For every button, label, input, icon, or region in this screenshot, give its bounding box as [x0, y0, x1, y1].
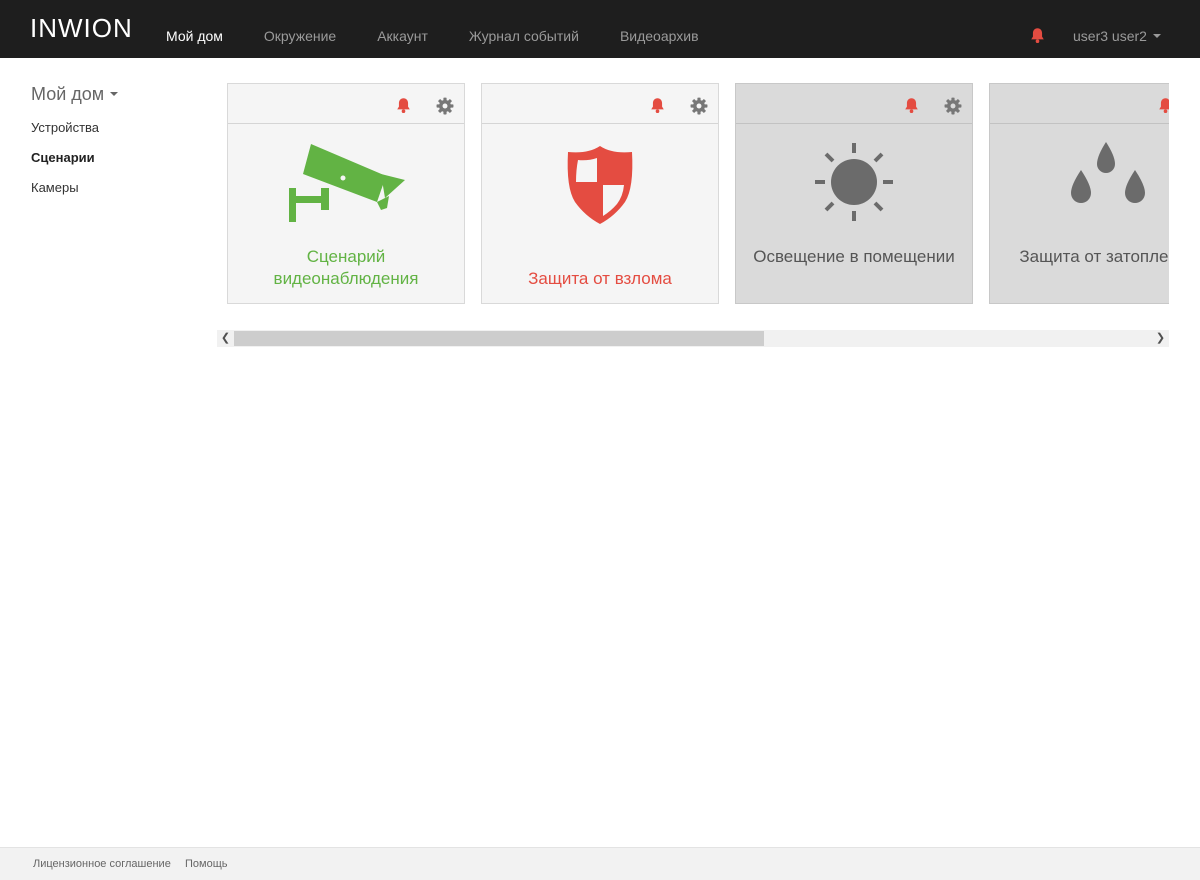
- card-header: [990, 84, 1169, 124]
- card-label: Освещение в помещении: [753, 247, 955, 266]
- sidebar-item-cameras[interactable]: Камеры: [31, 180, 191, 195]
- scenario-card-indoor-lighting[interactable]: Освещение в помещении: [735, 83, 973, 304]
- scenario-cards-carousel: Сценарий видеонаблюдения Защита от взлом…: [227, 83, 1169, 305]
- scenario-card-burglary-protection[interactable]: Защита от взлома: [481, 83, 719, 304]
- scenario-card-flood-protection[interactable]: Защита от затопления: [989, 83, 1169, 304]
- bell-icon[interactable]: [1157, 97, 1169, 114]
- sidebar-item-scenarios[interactable]: Сценарии: [31, 150, 191, 165]
- nav-item-environment[interactable]: Окружение: [264, 0, 336, 58]
- camera-icon: [289, 144, 405, 222]
- main-nav: Мой дом Окружение Аккаунт Журнал событий…: [166, 0, 740, 58]
- nav-item-my-home[interactable]: Мой дом: [166, 0, 223, 58]
- card-label: Защита от взлома: [528, 269, 672, 288]
- card-header: [228, 84, 464, 124]
- card-header: [736, 84, 972, 124]
- cards-horizontal-scrollbar[interactable]: ❮ ❯: [217, 330, 1169, 347]
- top-navbar: INWION Мой дом Окружение Аккаунт Журнал …: [0, 0, 1200, 58]
- sidebar-title: Мой дом: [31, 84, 105, 104]
- gear-icon[interactable]: [944, 97, 962, 115]
- bell-icon[interactable]: [649, 97, 666, 114]
- card-label: Сценарий видеонаблюдения: [273, 247, 419, 288]
- sidebar-title-dropdown[interactable]: Мой дом: [31, 84, 191, 105]
- scenario-card-video-surveillance[interactable]: Сценарий видеонаблюдения: [227, 83, 465, 304]
- card-header: [482, 84, 718, 124]
- app-logo[interactable]: INWION: [30, 13, 133, 44]
- chevron-down-icon: [1152, 34, 1161, 38]
- user-menu[interactable]: user3 user2: [1073, 0, 1161, 58]
- bell-icon[interactable]: [903, 97, 920, 114]
- notifications-bell-icon[interactable]: [1029, 27, 1046, 44]
- chevron-down-icon: [110, 92, 119, 96]
- sidebar: Мой дом Устройства Сценарии Камеры: [31, 84, 191, 195]
- footer-link-help[interactable]: Помощь: [185, 858, 228, 870]
- footer-link-license[interactable]: Лицензионное соглашение: [33, 858, 171, 870]
- footer: Лицензионное соглашение Помощь: [0, 847, 1200, 880]
- shield-icon: [567, 146, 633, 224]
- gear-icon[interactable]: [436, 97, 454, 115]
- nav-item-video-archive[interactable]: Видеоархив: [620, 0, 699, 58]
- gear-icon[interactable]: [690, 97, 708, 115]
- scroll-right-arrow-icon[interactable]: ❯: [1152, 330, 1169, 347]
- card-label: Защита от затопления: [1019, 247, 1169, 266]
- user-name: user3 user2: [1073, 28, 1147, 44]
- bell-icon[interactable]: [395, 97, 412, 114]
- nav-item-event-log[interactable]: Журнал событий: [469, 0, 579, 58]
- scroll-left-arrow-icon[interactable]: ❮: [217, 330, 234, 347]
- sidebar-item-devices[interactable]: Устройства: [31, 120, 191, 135]
- scrollbar-thumb[interactable]: [234, 331, 764, 346]
- water-drops-icon: [1071, 142, 1145, 203]
- sun-icon: [815, 143, 893, 221]
- nav-item-account[interactable]: Аккаунт: [377, 0, 428, 58]
